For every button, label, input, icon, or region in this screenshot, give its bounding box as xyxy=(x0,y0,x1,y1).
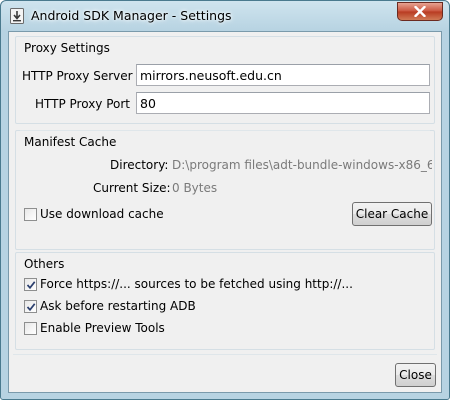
others-group: Others Force https://... sources to be f… xyxy=(15,252,435,350)
proxy-settings-title: Proxy Settings xyxy=(24,41,110,55)
directory-value: D:\program files\adt-bundle-windows-x86_… xyxy=(172,158,432,172)
clear-cache-button[interactable]: Clear Cache xyxy=(352,202,432,226)
proxy-settings-group: Proxy Settings HTTP Proxy Server HTTP Pr… xyxy=(15,36,435,124)
close-x-icon xyxy=(414,6,426,17)
checkmark-icon xyxy=(26,303,36,312)
proxy-server-field[interactable] xyxy=(136,64,430,86)
settings-window: Android SDK Manager - Settings Proxy Set… xyxy=(0,0,450,400)
enable-preview-tools-label: Enable Preview Tools xyxy=(40,321,165,335)
download-arrow-icon xyxy=(10,8,24,24)
proxy-server-label: HTTP Proxy Server xyxy=(22,69,133,83)
ask-restart-adb-checkbox[interactable] xyxy=(24,300,37,313)
directory-label: Directory: xyxy=(110,158,169,172)
force-http-option[interactable]: Force https://... sources to be fetched … xyxy=(24,277,424,293)
use-download-cache-checkbox[interactable] xyxy=(24,208,37,221)
others-title: Others xyxy=(24,257,65,271)
group-separator xyxy=(20,130,430,131)
force-http-label: Force https://... sources to be fetched … xyxy=(40,277,353,291)
use-download-cache-option[interactable]: Use download cache xyxy=(24,207,174,223)
use-download-cache-label: Use download cache xyxy=(40,207,164,221)
current-size-value: 0 Bytes xyxy=(172,181,218,195)
footer-divider xyxy=(13,354,437,355)
ask-restart-adb-option[interactable]: Ask before restarting ADB xyxy=(24,299,274,315)
force-http-checkbox[interactable] xyxy=(24,278,37,291)
window-title: Android SDK Manager - Settings xyxy=(31,8,232,23)
enable-preview-tools-checkbox[interactable] xyxy=(24,322,37,335)
close-button[interactable]: Close xyxy=(395,363,436,387)
manifest-cache-group: Manifest Cache Directory: D:\program fil… xyxy=(15,130,435,250)
manifest-cache-title: Manifest Cache xyxy=(24,135,117,149)
current-size-label: Current Size: xyxy=(93,181,171,195)
ask-restart-adb-label: Ask before restarting ADB xyxy=(40,299,196,313)
checkmark-icon xyxy=(26,281,36,290)
directory-value-clip: D:\program files\adt-bundle-windows-x86_… xyxy=(172,158,432,172)
title-bar[interactable]: Android SDK Manager - Settings xyxy=(1,1,449,31)
proxy-port-label: HTTP Proxy Port xyxy=(35,97,130,111)
enable-preview-tools-option[interactable]: Enable Preview Tools xyxy=(24,321,274,337)
dialog-body: Proxy Settings HTTP Proxy Server HTTP Pr… xyxy=(8,31,442,393)
window-close-button[interactable] xyxy=(397,2,443,21)
proxy-port-field[interactable] xyxy=(136,92,430,114)
